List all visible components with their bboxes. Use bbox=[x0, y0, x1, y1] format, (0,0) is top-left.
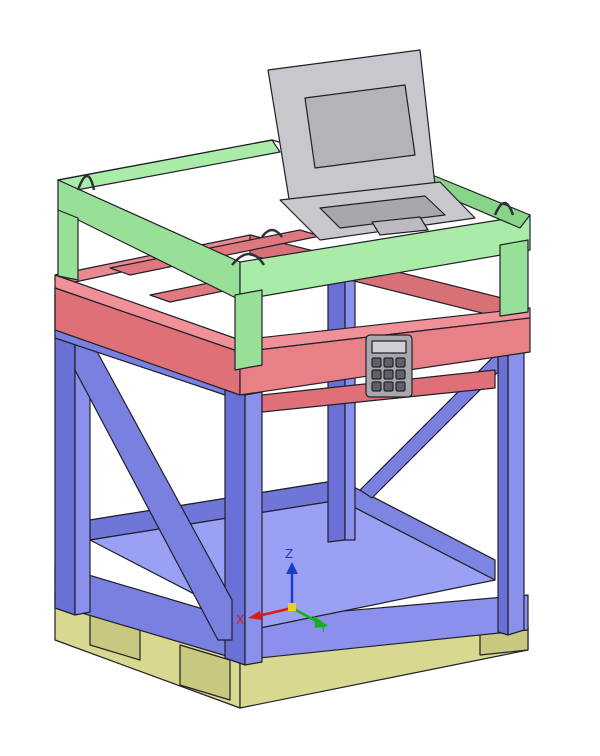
green-post-front bbox=[234, 289, 263, 371]
green-post-left bbox=[57, 209, 79, 281]
keypad-key bbox=[383, 369, 394, 380]
x-axis-label: X bbox=[236, 613, 244, 627]
y-axis-label: Y bbox=[319, 622, 327, 635]
green-rail-front bbox=[57, 179, 241, 301]
axis-origin bbox=[288, 603, 296, 611]
keypad-key bbox=[383, 357, 394, 368]
z-axis-label: Z bbox=[285, 547, 293, 561]
keypad-display bbox=[371, 340, 407, 354]
laptop-screen bbox=[304, 84, 416, 169]
keypad-key bbox=[371, 381, 382, 392]
keypad-key bbox=[395, 381, 406, 392]
green-post-right bbox=[499, 239, 529, 317]
keypad-keys bbox=[371, 357, 406, 392]
post-back bbox=[327, 277, 346, 543]
post-right bbox=[507, 339, 525, 636]
keypad-key bbox=[371, 369, 382, 380]
laptop bbox=[267, 49, 476, 241]
cad-model-svg: Z X Y bbox=[54, 49, 531, 709]
cad-viewport[interactable]: Z X Y bbox=[0, 0, 600, 752]
keypad-key bbox=[395, 357, 406, 368]
keypad-key bbox=[383, 381, 394, 392]
keypad-key bbox=[371, 357, 382, 368]
keypad-key bbox=[395, 369, 406, 380]
keypad bbox=[365, 334, 413, 398]
